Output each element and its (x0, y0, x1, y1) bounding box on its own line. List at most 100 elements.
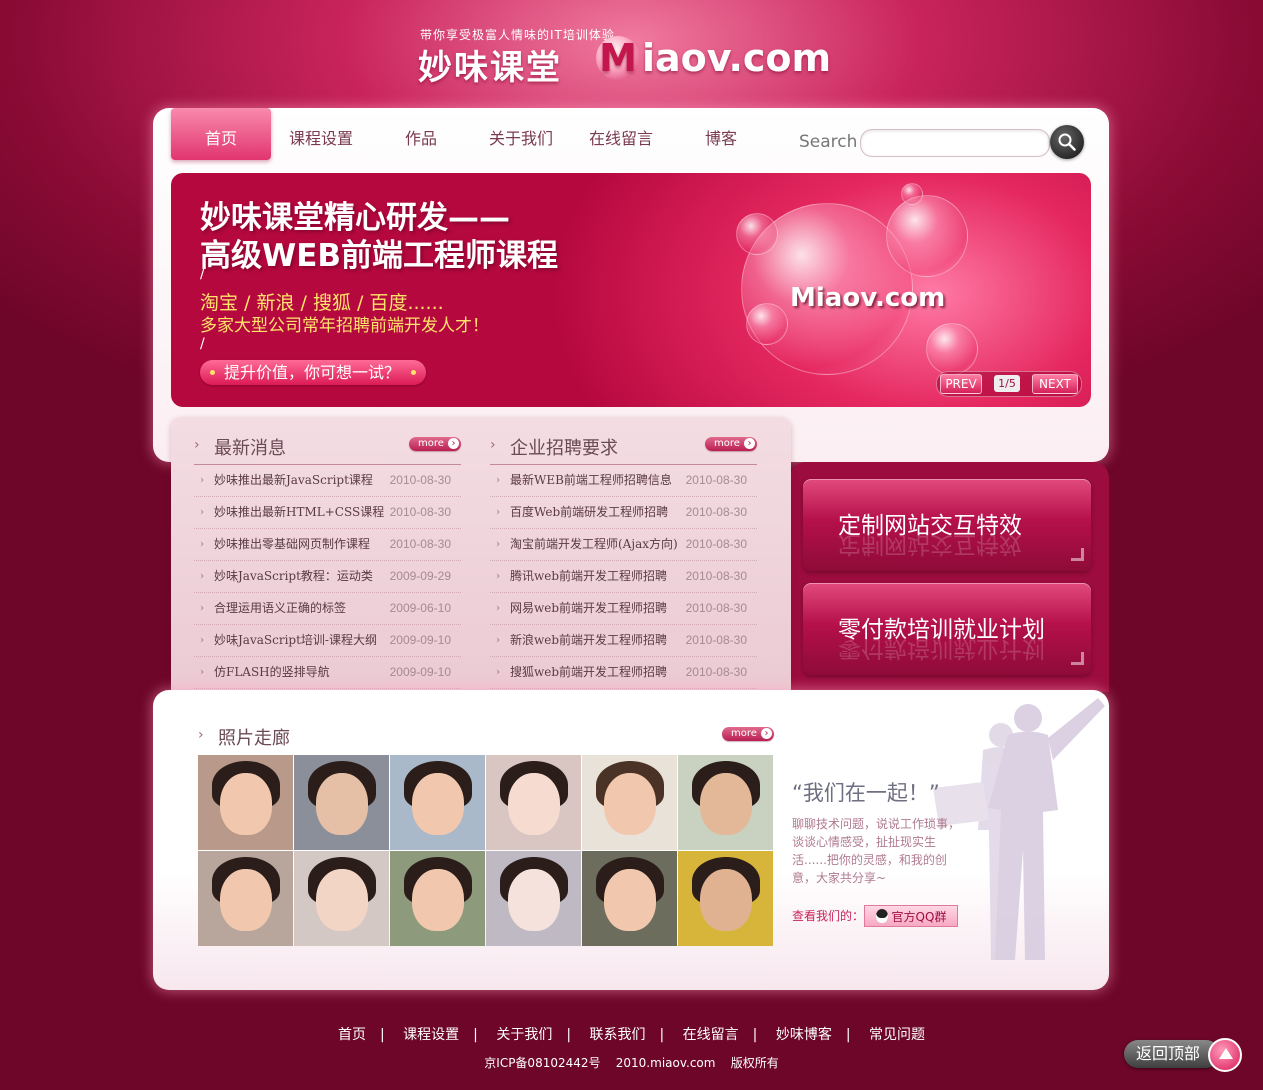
arrow-icon: › (496, 507, 500, 518)
job-item-date: 2010-08-30 (685, 665, 747, 679)
footer-link-courses[interactable]: 课程设置 (403, 1027, 459, 1043)
footer-link-contact[interactable]: 联系我们 (590, 1027, 646, 1043)
nav-item-about[interactable]: 关于我们 (471, 108, 571, 160)
news-item[interactable]: › 合理运用语义正确的标签 2009-06-10 (194, 593, 461, 625)
job-item-date: 2010-08-30 (685, 601, 747, 615)
job-item[interactable]: › 搜狐web前端开发工程师招聘 2010-08-30 (490, 657, 757, 689)
qq-group-label: 官方QQ群 (891, 910, 947, 924)
gallery-photo[interactable] (486, 851, 581, 946)
nav-item-home[interactable]: 首页 (171, 108, 271, 160)
gallery-photo[interactable] (294, 755, 389, 850)
arrow-icon: › (200, 571, 204, 582)
job-item[interactable]: › 最新WEB前端工程师招聘信息 2010-08-30 (490, 465, 757, 497)
gallery-photo[interactable] (678, 755, 773, 850)
qq-penguin-icon (875, 909, 888, 923)
news-item-title[interactable]: 仿FLASH的竖排导航 (214, 657, 330, 688)
banner-title-line2: 高级WEB前端工程师课程 (200, 238, 558, 274)
news-item-date: 2009-06-10 (389, 601, 451, 615)
arrow-icon: › (200, 603, 204, 614)
footer-link-guestbook[interactable]: 在线留言 (683, 1027, 739, 1043)
section-arrow-icon: › (198, 727, 204, 743)
gallery-photo[interactable] (582, 851, 677, 946)
back-to-top-button[interactable]: 返回顶部 (1124, 1040, 1220, 1068)
job-item-title[interactable]: 网易web前端开发工程师招聘 (510, 593, 667, 624)
arrow-icon: › (200, 507, 204, 518)
footer-link-about[interactable]: 关于我们 (496, 1027, 552, 1043)
nav-item-blog[interactable]: 博客 (671, 108, 771, 160)
news-item[interactable]: › 妙味推出最新HTML+CSS课程 2010-08-30 (194, 497, 461, 529)
footer-separator: | (845, 1027, 851, 1043)
job-item-title[interactable]: 最新WEB前端工程师招聘信息 (510, 465, 672, 496)
gallery-photo[interactable] (294, 851, 389, 946)
job-item-date: 2010-08-30 (685, 505, 747, 519)
prev-button[interactable]: PREV (940, 374, 982, 394)
job-item-date: 2010-08-30 (685, 633, 747, 647)
job-item-title[interactable]: 百度Web前端研发工程师招聘 (510, 497, 668, 528)
site-logo[interactable]: Miaov.com (596, 36, 831, 80)
gallery-photo[interactable] (486, 755, 581, 850)
arrow-icon: › (200, 635, 204, 646)
banner-slash: / (200, 336, 205, 352)
news-item[interactable]: › 妙味JavaScript培训-课程大纲 2009-09-10 (194, 625, 461, 657)
banner-bubble (746, 303, 788, 345)
news-item-title[interactable]: 合理运用语义正确的标签 (214, 593, 346, 624)
search-input[interactable] (860, 129, 1050, 157)
footer-link-blog[interactable]: 妙味博客 (776, 1027, 832, 1043)
job-item[interactable]: › 百度Web前端研发工程师招聘 2010-08-30 (490, 497, 757, 529)
arrow-icon: › (496, 635, 500, 646)
news-item-title[interactable]: 妙味JavaScript培训-课程大纲 (214, 625, 377, 656)
qq-group-button[interactable]: 官方QQ群 (864, 905, 958, 927)
gallery-more-button[interactable]: more (722, 727, 774, 741)
arrow-icon: › (496, 539, 500, 550)
news-item-title[interactable]: 妙味推出零基础网页制作课程 (214, 529, 370, 560)
job-item[interactable]: › 新浪web前端开发工程师招聘 2010-08-30 (490, 625, 757, 657)
job-item[interactable]: › 网易web前端开发工程师招聘 2010-08-30 (490, 593, 757, 625)
logo-m-badge: M (596, 36, 640, 80)
footer-link-faq[interactable]: 常见问题 (869, 1027, 925, 1043)
news-item[interactable]: › 妙味推出最新JavaScript课程 2010-08-30 (194, 465, 461, 497)
nav-item-guestbook[interactable]: 在线留言 (571, 108, 671, 160)
brand-name: 妙味课堂 (418, 48, 562, 88)
news-item[interactable]: › 仿FLASH的竖排导航 2009-09-10 (194, 657, 461, 689)
news-item-title[interactable]: 妙味JavaScript教程：运动类 (214, 561, 373, 592)
news-list: › 妙味推出最新JavaScript课程 2010-08-30 › 妙味推出最新HTM… (194, 465, 461, 689)
job-item[interactable]: › 淘宝前端开发工程师(Ajax方向) 2010-08-30 (490, 529, 757, 561)
job-item-date: 2010-08-30 (685, 473, 747, 487)
news-item-title[interactable]: 妙味推出最新HTML+CSS课程 (214, 497, 384, 528)
footer-copyright: 京ICP备08102442号 2010.miaov.com 版权所有 (484, 1056, 779, 1070)
gallery-photo[interactable] (582, 755, 677, 850)
footer-link-home[interactable]: 首页 (338, 1027, 366, 1043)
search-button[interactable] (1050, 125, 1084, 159)
news-item[interactable]: › 妙味JavaScript教程：运动类 2009-09-29 (194, 561, 461, 593)
nav-item-works[interactable]: 作品 (371, 108, 471, 160)
search-icon (1058, 133, 1076, 151)
arrow-up-icon[interactable] (1208, 1038, 1242, 1072)
job-item[interactable]: › 腾讯web前端开发工程师招聘 2010-08-30 (490, 561, 757, 593)
news-item-date: 2009-09-10 (389, 665, 451, 679)
job-item-title[interactable]: 搜狐web前端开发工程师招聘 (510, 657, 667, 688)
job-item-title[interactable]: 腾讯web前端开发工程师招聘 (510, 561, 667, 592)
nav-item-courses[interactable]: 课程设置 (271, 108, 371, 160)
gallery-photo[interactable] (678, 851, 773, 946)
gallery-photo[interactable] (198, 755, 293, 850)
news-item[interactable]: › 妙味推出零基础网页制作课程 2010-08-30 (194, 529, 461, 561)
job-item-title[interactable]: 新浪web前端开发工程师招聘 (510, 625, 667, 656)
gallery-photo[interactable] (390, 851, 485, 946)
news-item-date: 2009-09-10 (389, 633, 451, 647)
banner-bubble (901, 183, 923, 205)
gallery-photo[interactable] (198, 851, 293, 946)
banner-cta-button[interactable]: 提升价值，你可想一试？ (200, 360, 426, 385)
arrow-icon: › (200, 667, 204, 678)
gallery-photo[interactable] (390, 755, 485, 850)
arrow-icon: › (496, 571, 500, 582)
search-label: Search (799, 132, 858, 152)
news-more-button[interactable]: more (409, 437, 461, 451)
jobs-more-button[interactable]: more (705, 437, 757, 451)
news-item-date: 2010-08-30 (389, 505, 451, 519)
job-item-title[interactable]: 淘宝前端开发工程师(Ajax方向) (510, 529, 678, 560)
news-item-title[interactable]: 妙味推出最新JavaScript课程 (214, 465, 373, 496)
banner-logo: Miaov.com (790, 283, 946, 313)
arrow-icon: › (200, 539, 204, 550)
together-title: “我们在一起！” (792, 781, 940, 805)
next-button[interactable]: NEXT (1032, 374, 1078, 394)
